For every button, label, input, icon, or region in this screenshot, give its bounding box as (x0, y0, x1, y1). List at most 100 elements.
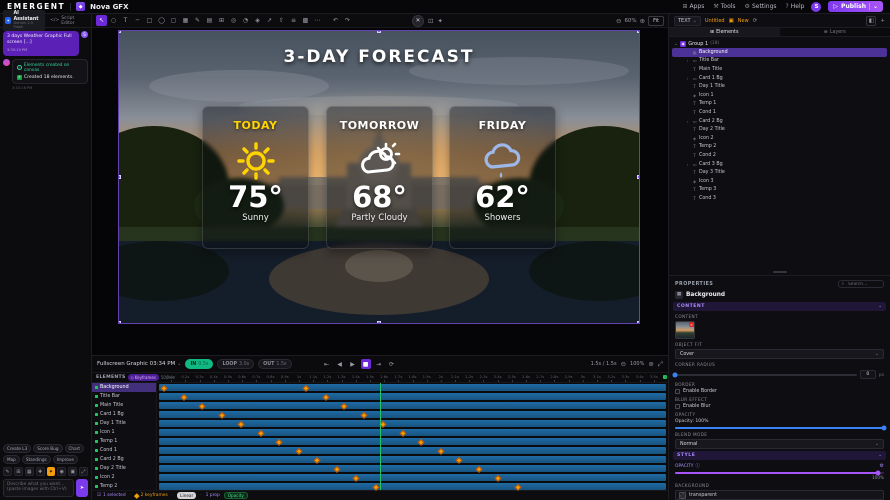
skip-end-icon[interactable]: ⇥ (374, 359, 384, 369)
selection-handle[interactable] (637, 175, 639, 179)
add-icon[interactable]: + (880, 18, 885, 24)
layer-row[interactable]: › ▭ Card 3 Bg (669, 160, 890, 169)
playhead[interactable] (380, 383, 381, 490)
track-lane[interactable] (157, 419, 668, 428)
skip-start-icon[interactable]: ⇤ (322, 359, 332, 369)
track-name[interactable]: Cond 1 (92, 446, 156, 455)
chat-input[interactable] (3, 479, 74, 497)
remove-icon[interactable]: ✕ (689, 322, 694, 327)
object-fit-select[interactable]: Cover ⌄ (675, 349, 884, 359)
topbar-menu-item[interactable]: ⚒ Tools (713, 3, 735, 10)
selection-handle[interactable] (119, 31, 121, 33)
play-icon[interactable]: ▶ (348, 359, 358, 369)
checkbox-icon[interactable] (675, 389, 680, 394)
track-name[interactable]: Card 2 Bg (92, 455, 156, 464)
select-tool[interactable]: ↖ (96, 15, 107, 26)
track-bar[interactable] (159, 411, 666, 418)
layer-row[interactable]: T Day 3 Title (669, 168, 890, 177)
avatar[interactable]: S (811, 2, 821, 12)
layer-row[interactable]: ◈ Icon 1 (669, 91, 890, 100)
layer-row[interactable]: T Temp 1 (669, 100, 890, 109)
enable-blur-checkbox[interactable]: Enable Blur (675, 404, 884, 409)
layer-row[interactable]: T Day 1 Title (669, 82, 890, 91)
more-tool[interactable]: ⋯ (312, 15, 323, 26)
expand-icon[interactable]: › (685, 76, 690, 81)
expand-icon[interactable]: ⤢ (79, 467, 88, 476)
loop-duration-button[interactable]: LOOP 3.0s (217, 359, 254, 369)
track-name[interactable]: Background (92, 383, 156, 392)
stop-icon[interactable]: ■ (361, 359, 371, 369)
selection-handle[interactable] (377, 31, 381, 33)
track-bar[interactable] (159, 393, 666, 400)
opacity-slider[interactable] (675, 427, 884, 429)
enable-border-checkbox[interactable]: Enable Border (675, 389, 884, 394)
track-lane[interactable] (157, 401, 668, 410)
close-icon[interactable]: ✕ (412, 15, 424, 27)
rect-tool[interactable]: □ (144, 15, 155, 26)
expand-icon[interactable]: ⤢ (658, 360, 663, 369)
fullscreen-icon[interactable]: ⊡ (428, 17, 433, 25)
track-bar[interactable] (159, 438, 666, 445)
quick-action-chip[interactable]: Create L3 (3, 444, 31, 453)
track-lane[interactable] (157, 392, 668, 401)
track-name[interactable]: Day 1 Title (92, 419, 156, 428)
in-duration-button[interactable]: IN 0.5s (185, 359, 213, 369)
voice-icon[interactable]: ◉ (57, 467, 66, 476)
layer-row[interactable]: › ▭ Title Bar (669, 57, 890, 66)
selection-handle[interactable] (377, 321, 381, 323)
clock-tool[interactable]: ◔ (240, 15, 251, 26)
properties-search-input[interactable] (846, 281, 880, 288)
content-thumbnail[interactable]: ✕ (675, 321, 695, 339)
template-icon[interactable]: ⊞ (14, 467, 23, 476)
clip-selector[interactable]: Fullscreen Graphic 03:34 PM ⌄ (97, 361, 181, 367)
layer-row[interactable]: T Cond 1 (669, 108, 890, 117)
step-back-icon[interactable]: ◀ (335, 359, 345, 369)
shapes-tool[interactable]: ◈ (252, 15, 263, 26)
track-lane[interactable] (157, 455, 668, 464)
forecast-card-friday[interactable]: FRIDAY 62° Showers (449, 106, 556, 249)
quick-action-chip[interactable]: Map (3, 455, 20, 464)
layer-row[interactable]: T Temp 3 (669, 186, 890, 195)
layer-row[interactable]: T Cond 3 (669, 194, 890, 203)
refresh-icon[interactable]: ⟳ (753, 18, 758, 24)
selection-handle[interactable] (119, 321, 121, 323)
layer-group-row[interactable]: ⌄ ▣ Group 1 (18) (669, 39, 890, 48)
blend-mode-select[interactable]: Normal ⌄ (675, 439, 884, 449)
track-bar[interactable] (159, 474, 666, 481)
target-tool[interactable]: ◎ (228, 15, 239, 26)
quick-action-chip[interactable]: Standings (22, 455, 51, 464)
track-bar[interactable] (159, 420, 666, 427)
library-icon[interactable]: ▣ (68, 467, 77, 476)
timeline-ruler[interactable]: 0.1s0.2s0.3s0.4s0.5s0.6s0.7s0.8s0.9s1s1.… (157, 373, 668, 382)
track-lane[interactable] (157, 428, 668, 437)
publish-button[interactable]: ▷ Publish ⌄ (828, 1, 883, 12)
forecast-card-tomorrow[interactable]: TOMORROW (326, 106, 433, 249)
quick-action-chip[interactable]: Improve (53, 455, 78, 464)
color-swatch[interactable] (679, 492, 686, 499)
attachment-icon[interactable]: ✚ (36, 467, 45, 476)
track-bar[interactable] (159, 456, 666, 463)
quick-action-chip[interactable]: Score Bug (33, 444, 62, 453)
topbar-menu-item[interactable]: ⚙ Settings (745, 3, 777, 10)
chart-tool[interactable]: ▤ (204, 15, 215, 26)
expand-icon[interactable]: › (685, 119, 690, 124)
image-tool[interactable]: ▦ (180, 15, 191, 26)
track-bar[interactable] (159, 483, 666, 490)
zoom-in-icon[interactable]: ⊕ (640, 17, 645, 25)
redo-icon[interactable]: ↷ (342, 15, 353, 26)
untitled-link[interactable]: Untitled (705, 18, 725, 24)
layer-row[interactable]: ◈ Icon 3 (669, 177, 890, 186)
keyframes-toggle[interactable]: ◇ Keyframes (128, 374, 159, 381)
topbar-menu-item[interactable]: ⊞ Apps (682, 3, 704, 10)
element-type-dropdown[interactable]: TEXT ⌄ (674, 16, 701, 26)
upload-tool[interactable]: ⇧ (276, 15, 287, 26)
layer-row[interactable]: T Main Title (669, 65, 890, 74)
track-name[interactable]: Main Title (92, 401, 156, 410)
design-canvas[interactable]: 3-DAY FORECAST TODAY (119, 31, 639, 323)
track-bar[interactable] (159, 402, 666, 409)
quick-action-chip[interactable]: Chart (65, 444, 85, 453)
ellipse-tool[interactable]: ◯ (156, 15, 167, 26)
timeline-zoom-in-icon[interactable]: ⊕ (648, 360, 653, 368)
new-link[interactable]: New (738, 18, 749, 24)
undo-icon[interactable]: ↶ (330, 15, 341, 26)
